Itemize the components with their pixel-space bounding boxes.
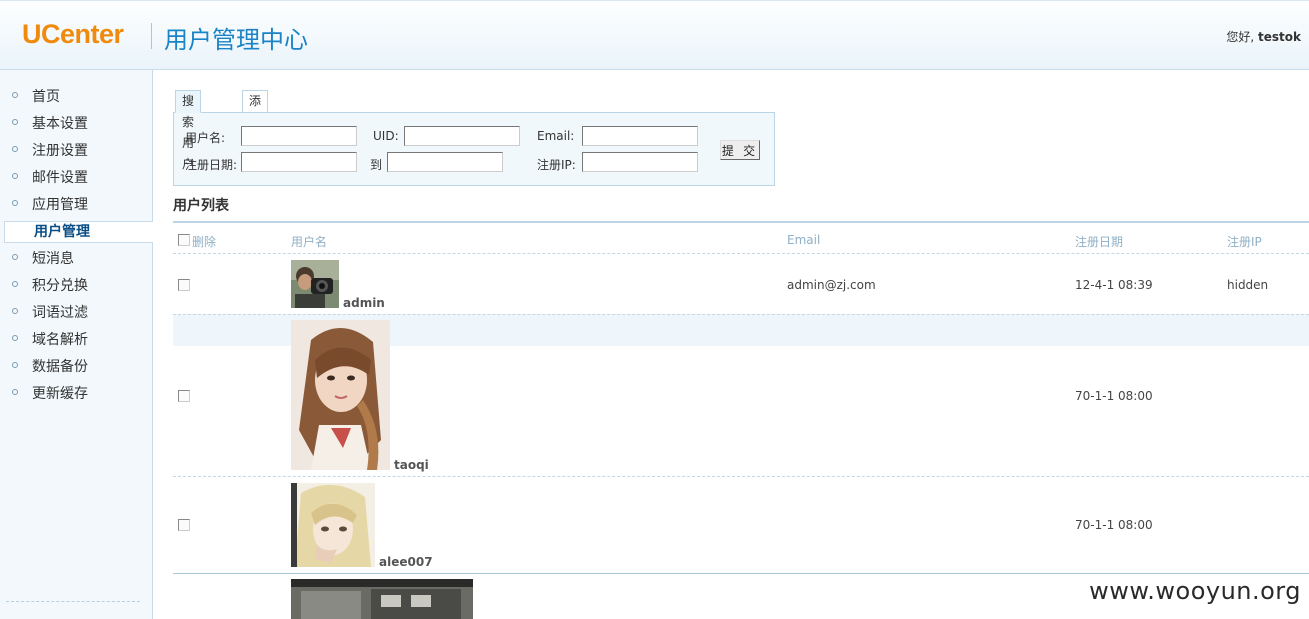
column-header-regip: 注册IP [1227,235,1262,249]
sidebar-menu: 首页 基本设置 注册设置 邮件设置 应用管理 用户管理 短消息 积分兑换 词语过… [0,84,153,408]
sidebar: 首页 基本设置 注册设置 邮件设置 应用管理 用户管理 短消息 积分兑换 词语过… [0,70,153,619]
bullet-icon [12,335,18,341]
row-regip: hidden [1227,278,1269,292]
row-username[interactable]: admin [343,296,385,310]
sidebar-item-label: 邮件设置 [32,170,88,186]
ucenter-logo: UCenter [22,19,124,49]
bullet-icon [12,200,18,206]
bullet-icon [12,281,18,287]
sidebar-item-credit-exchange[interactable]: 积分兑换 [0,273,153,300]
user-greeting: 您好, testok [1226,28,1301,45]
username-input[interactable] [241,126,357,146]
regdate-to-input[interactable] [387,152,503,172]
sidebar-item-home[interactable]: 首页 [0,84,153,111]
bullet-icon [12,173,18,179]
user-list-title: 用户列表 [173,198,229,214]
sidebar-item-mail-settings[interactable]: 邮件设置 [0,165,153,192]
bullet-icon [12,389,18,395]
row-checkbox[interactable] [178,519,190,531]
regdate-from-input[interactable] [241,152,357,172]
sidebar-item-label: 域名解析 [32,332,88,348]
email-input[interactable] [582,126,698,146]
uid-label: UID: [373,129,399,143]
sidebar-item-label: 数据备份 [32,359,88,375]
row-username[interactable]: alee007 [379,555,433,569]
row-checkbox[interactable] [178,279,190,291]
bullet-icon [12,92,18,98]
table-header-rule [173,253,1309,254]
avatar [291,483,375,567]
tab-add-user[interactable]: 添加用户 [242,90,269,171]
sidebar-item-label: 基本设置 [32,116,88,132]
watermark-text: www.wooyun.org [1089,577,1301,605]
sidebar-item-messages[interactable]: 短消息 [0,246,153,273]
row-regdate: 12-4-1 08:39 [1075,278,1153,292]
sidebar-item-label: 积分兑换 [32,278,88,294]
avatar [291,260,339,308]
sidebar-item-data-backup[interactable]: 数据备份 [0,354,153,381]
regdate-to-label: 到 [370,158,383,172]
row-regdate: 70-1-1 08:00 [1075,389,1153,403]
sidebar-item-label: 注册设置 [32,143,88,159]
sidebar-item-register-settings[interactable]: 注册设置 [0,138,153,165]
bullet-icon [12,308,18,314]
regip-label: 注册IP: [537,158,576,172]
row-separator [173,476,1309,477]
sidebar-item-label: 词语过滤 [32,305,88,321]
avatar [291,579,473,619]
avatar [291,320,390,470]
row-username[interactable]: taoqi [394,458,429,472]
sidebar-item-label: 应用管理 [32,197,88,213]
sidebar-item-word-filter[interactable]: 词语过滤 [0,300,153,327]
regip-input[interactable] [582,152,698,172]
sidebar-item-domain-resolve[interactable]: 域名解析 [0,327,153,354]
sidebar-item-basic-settings[interactable]: 基本设置 [0,111,153,138]
row-regdate: 70-1-1 08:00 [1075,518,1153,532]
tab-search-users[interactable]: 搜索用户 [175,90,202,171]
row-email: admin@zj.com [787,278,876,292]
bullet-icon [12,254,18,260]
bullet-icon [12,119,18,125]
bullet-icon [12,146,18,152]
sidebar-item-user-management[interactable]: 用户管理 [4,221,153,243]
column-header-email: Email [787,233,821,247]
submit-button[interactable]: 提 交 [720,140,760,160]
page-header: UCenter 用户管理中心 您好, testok [0,0,1309,70]
sidebar-item-label: 用户管理 [34,224,90,240]
sidebar-item-label: 更新缓存 [32,386,88,402]
sidebar-item-label: 短消息 [32,251,74,267]
select-all-checkbox[interactable] [178,234,190,246]
uid-input[interactable] [404,126,520,146]
column-header-delete[interactable]: 删除 [192,233,216,250]
current-username: testok [1258,30,1301,44]
search-form: 用户名: UID: Email: 注册日期: 到 注册IP: 提 交 [173,112,775,186]
sidebar-item-label: 首页 [32,89,60,105]
page-title: 用户管理中心 [164,26,308,54]
email-label: Email: [537,129,575,143]
list-title-rule [173,221,1309,223]
column-header-username: 用户名 [291,235,328,249]
main-content: 搜索用户 添加用户 用户名: UID: Email: 注册日期: 到 注册IP:… [173,70,1309,619]
sidebar-item-update-cache[interactable]: 更新缓存 [0,381,153,408]
row-checkbox[interactable] [178,390,190,402]
row-separator [173,573,1309,574]
header-divider [151,23,152,49]
bullet-icon [12,362,18,368]
greeting-prefix: 您好, [1226,30,1255,44]
column-header-regdate: 注册日期 [1075,235,1124,249]
sidebar-item-app-management[interactable]: 应用管理 [0,192,153,219]
sidebar-footer [6,601,140,611]
